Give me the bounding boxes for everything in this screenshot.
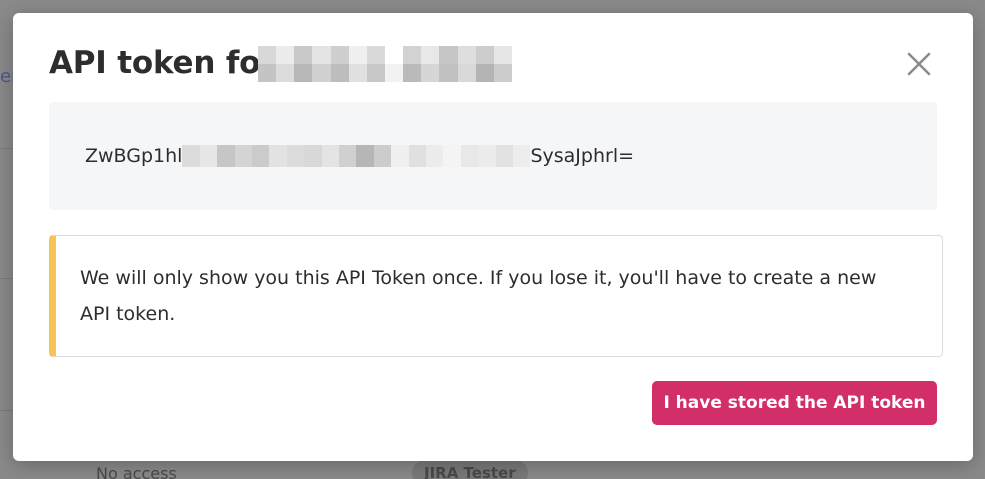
modal-title: API token for [49,45,276,81]
api-token-value[interactable]: ZwBGp1hl SysaJphrl= [85,141,634,171]
warning-callout: We will only show you this API Token onc… [49,235,943,357]
warning-text: We will only show you this API Token onc… [80,267,877,325]
api-token-modal: API token for ZwBGp1hl SysaJphrl= We wil… [13,13,973,461]
token-suffix: SysaJphrl= [530,145,635,167]
background-divider [0,410,14,411]
background-divider [0,278,14,279]
token-prefix: ZwBGp1hl [85,145,183,167]
background-divider [0,148,14,149]
redacted-token [182,145,531,167]
background-access-text: No access [96,464,177,479]
background-role-badge: JIRA Tester [412,460,528,479]
redacted-name [258,46,512,82]
close-icon[interactable] [906,51,932,77]
token-display: ZwBGp1hl SysaJphrl= [49,102,937,210]
stored-token-button[interactable]: I have stored the API token [652,381,937,425]
